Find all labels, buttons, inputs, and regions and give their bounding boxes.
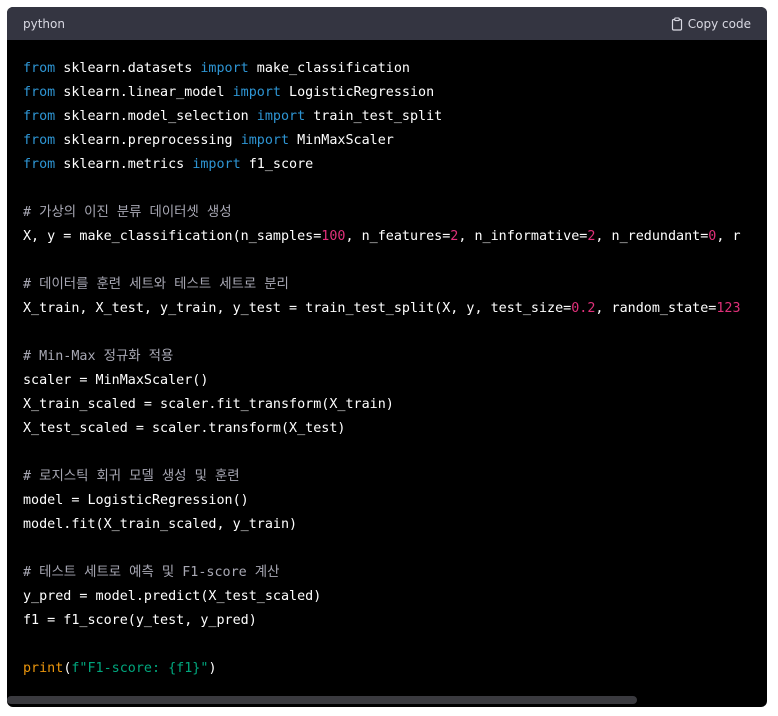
code-line: # 가상의 이진 분류 데이터셋 생성 <box>23 201 741 225</box>
horizontal-scrollbar[interactable] <box>7 696 637 704</box>
code-token-num: 100 <box>321 229 346 244</box>
code-token-plain: X_train, X_test, y_train, y_test = train… <box>23 301 572 316</box>
code-header: python Copy code <box>7 7 767 40</box>
code-line: model = LogisticRegression() <box>23 489 741 513</box>
code-token-kw: from <box>23 133 56 148</box>
code-token-plain: scaler = MinMaxScaler() <box>23 373 209 388</box>
code-token-num: 0.2 <box>571 301 596 316</box>
code-token-plain: sklearn.linear_model <box>55 85 233 100</box>
code-token-plain: sklearn.model_selection <box>55 109 257 124</box>
code-token-fn: print <box>23 661 64 676</box>
code-token-plain: X_train_scaled = scaler.fit_transform(X_… <box>23 397 394 412</box>
code-token-plain: sklearn.metrics <box>55 157 193 172</box>
code-token-kw: from <box>23 61 56 76</box>
code-line: # Min-Max 정규화 적용 <box>23 345 741 369</box>
code-body: from sklearn.datasets import make_classi… <box>7 40 767 707</box>
code-token-kw: import <box>232 85 281 100</box>
copy-code-button[interactable]: Copy code <box>671 17 751 31</box>
code-token-plain: sklearn.preprocessing <box>55 133 241 148</box>
code-token-plain: f1 = f1_score(y_test, y_pred) <box>23 613 257 628</box>
code-token-comment: # Min-Max 정규화 적용 <box>23 349 174 364</box>
clipboard-icon <box>671 16 683 31</box>
code-token-plain: LogisticRegression <box>281 85 435 100</box>
code-token-plain: make_classification <box>248 61 410 76</box>
code-line: X, y = make_classification(n_samples=100… <box>23 225 741 249</box>
code-line: from sklearn.datasets import make_classi… <box>23 57 741 81</box>
code-line: scaler = MinMaxScaler() <box>23 369 741 393</box>
code-token-comment: # 테스트 세트로 예측 및 F1-score 계산 <box>23 565 280 580</box>
code-token-kw: import <box>192 157 241 172</box>
code-token-plain: model = LogisticRegression() <box>23 493 249 508</box>
code-token-plain: train_test_split <box>305 109 443 124</box>
code-line: print(f"F1-score: {f1}") <box>23 657 741 681</box>
code-token-kw: import <box>256 109 306 124</box>
code-line: y_pred = model.predict(X_test_scaled) <box>23 585 741 609</box>
code-token-kw: from <box>23 85 56 100</box>
code-block: python Copy code from sklearn.datasets i… <box>7 7 767 707</box>
code-token-comment: # 데이터를 훈련 세트와 테스트 세트로 분리 <box>23 277 289 292</box>
code-token-plain: , n_features= <box>345 229 451 244</box>
code-token-kw: from <box>23 157 56 172</box>
code-token-kw: import <box>200 61 249 76</box>
code-token-plain: y_pred = model.predict(X_test_scaled) <box>23 589 322 604</box>
code-line: X_test_scaled = scaler.transform(X_test) <box>23 417 741 441</box>
code-line: X_train_scaled = scaler.fit_transform(X_… <box>23 393 741 417</box>
code-token-plain: model.fit(X_train_scaled, y_train) <box>23 517 298 532</box>
code-line: from sklearn.linear_model import Logisti… <box>23 81 741 105</box>
code-token-plain: sklearn.datasets <box>55 61 201 76</box>
code-token-plain: X_test_scaled = scaler.transform(X_test) <box>23 421 346 436</box>
code-token-plain: , r <box>716 229 741 244</box>
code-line: # 테스트 세트로 예측 및 F1-score 계산 <box>23 561 741 585</box>
code-token-plain: f1_score <box>240 157 314 172</box>
code-line: f1 = f1_score(y_test, y_pred) <box>23 609 741 633</box>
code-token-num: 123 <box>716 301 741 316</box>
code-token-plain: MinMaxScaler <box>289 133 394 148</box>
code-token-kw: from <box>23 109 56 124</box>
code-line: # 로지스틱 회귀 모델 생성 및 훈련 <box>23 465 741 489</box>
code-token-comment: # 가상의 이진 분류 데이터셋 생성 <box>23 205 232 220</box>
language-label: python <box>23 16 65 31</box>
code-token-plain: , n_redundant= <box>595 229 709 244</box>
code-line: from sklearn.preprocessing import MinMax… <box>23 129 741 153</box>
code-line: X_train, X_test, y_train, y_test = train… <box>23 297 741 321</box>
code-line: model.fit(X_train_scaled, y_train) <box>23 513 741 537</box>
code-line: from sklearn.model_selection import trai… <box>23 105 741 129</box>
code-token-kw: import <box>240 133 290 148</box>
code-line: # 데이터를 훈련 세트와 테스트 세트로 분리 <box>23 273 741 297</box>
code-token-plain: , random_state= <box>595 301 717 316</box>
code-line: from sklearn.metrics import f1_score <box>23 153 741 177</box>
code-token-plain: X, y = make_classification(n_samples= <box>23 229 322 244</box>
copy-code-label: Copy code <box>687 16 751 31</box>
code-token-plain: , n_informative= <box>458 229 588 244</box>
code-token-str: f"F1-score: {f1}" <box>71 661 209 676</box>
code-lines: from sklearn.datasets import make_classi… <box>23 57 741 681</box>
code-token-punct: ) <box>208 661 217 676</box>
code-token-comment: # 로지스틱 회귀 모델 생성 및 훈련 <box>23 469 240 484</box>
